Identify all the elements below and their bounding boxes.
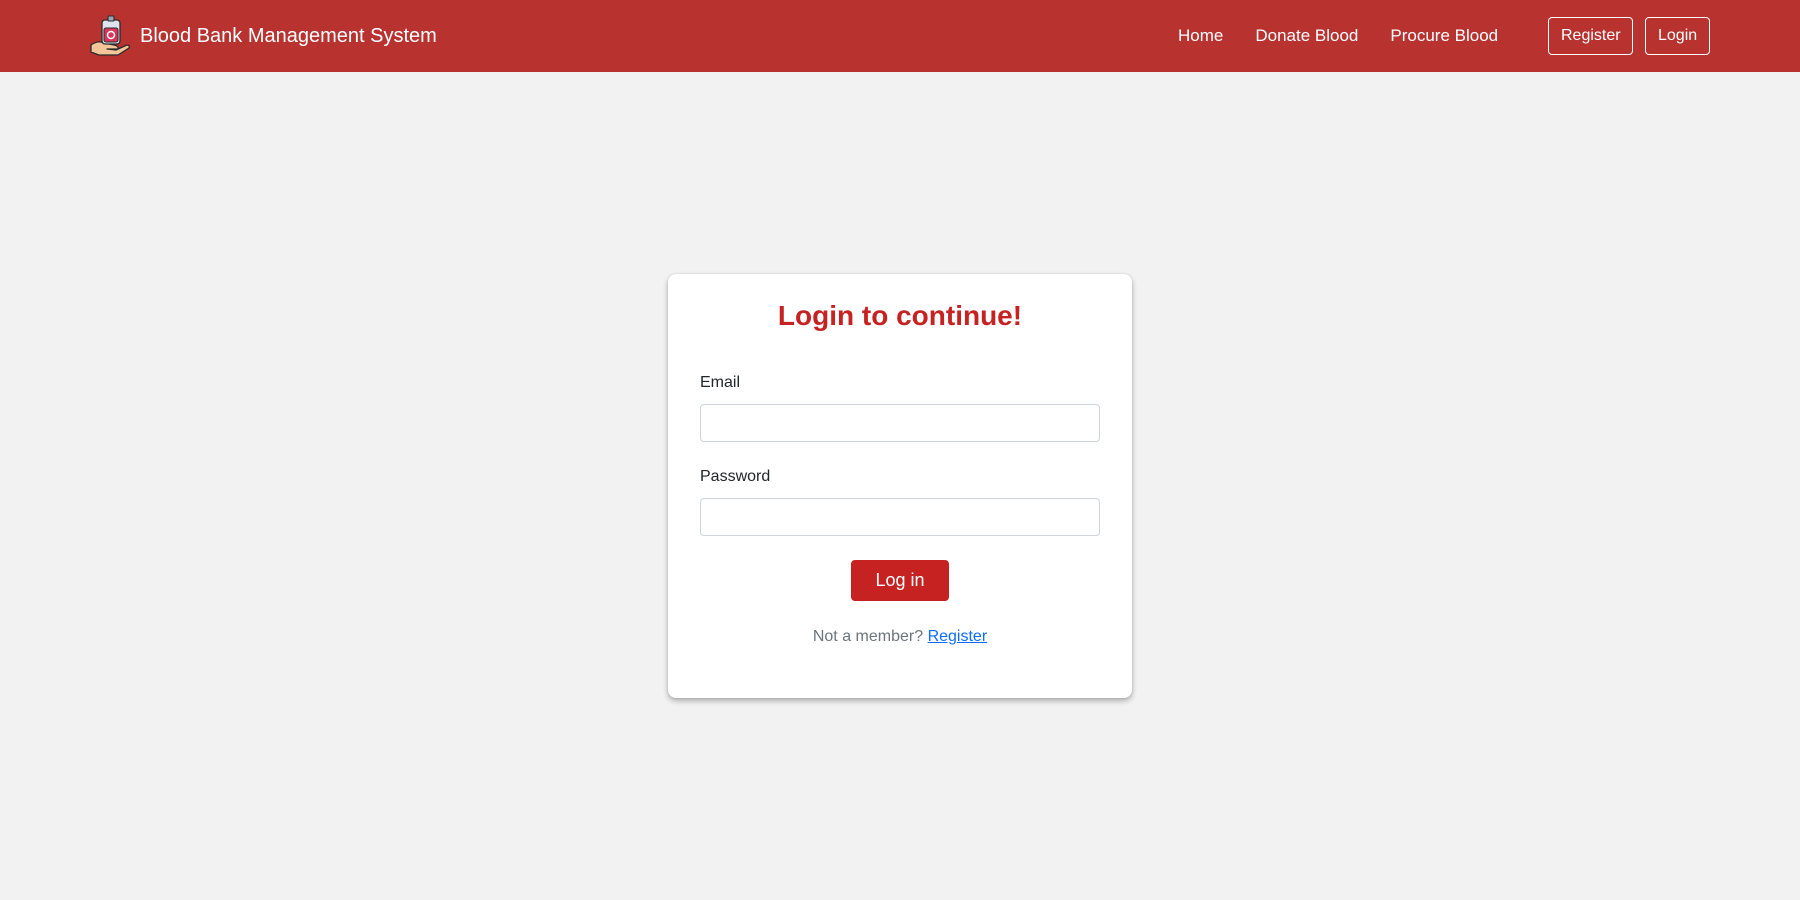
- brand[interactable]: Blood Bank Management System: [88, 14, 437, 58]
- login-card: Login to continue! Email Password Log in…: [668, 274, 1132, 698]
- login-title: Login to continue!: [777, 300, 1023, 331]
- register-prompt: Not a member? Register: [668, 628, 1132, 646]
- password-field[interactable]: [700, 498, 1100, 536]
- register-link[interactable]: Register: [928, 628, 988, 645]
- register-button[interactable]: Register: [1548, 17, 1633, 55]
- nav-link-donate-blood[interactable]: Donate Blood: [1255, 26, 1358, 46]
- register-prompt-text: Not a member?: [812, 628, 924, 645]
- password-label: Password: [700, 468, 771, 485]
- brand-title: Blood Bank Management System: [140, 24, 437, 47]
- login-button[interactable]: Login: [1645, 17, 1710, 55]
- email-field[interactable]: [700, 404, 1100, 442]
- nav-links: Home Donate Blood Procure Blood: [1178, 0, 1498, 72]
- blood-bag-in-hand-icon: [90, 15, 130, 56]
- nav-link-home[interactable]: Home: [1178, 26, 1223, 46]
- log-in-button[interactable]: Log in: [851, 560, 949, 601]
- email-label: Email: [700, 374, 741, 391]
- top-navbar: Blood Bank Management System Home Donate…: [0, 0, 1800, 72]
- nav-link-procure-blood[interactable]: Procure Blood: [1390, 26, 1498, 46]
